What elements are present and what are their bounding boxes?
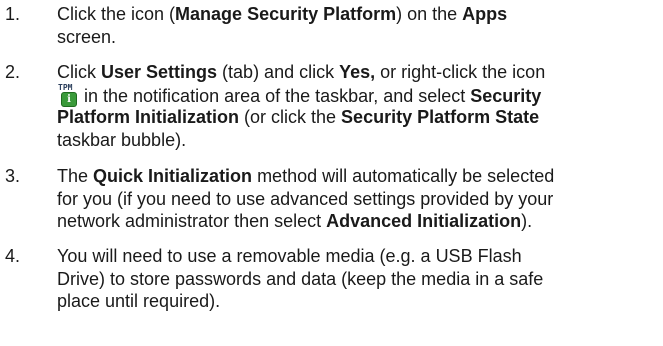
step-line: Click the icon (Manage Security Platform… bbox=[57, 4, 508, 24]
step-text: Click User Settings (tab) and click Yes,… bbox=[57, 61, 657, 151]
ui-term: Quick Initialization bbox=[93, 166, 253, 186]
step-line: Click User Settings (tab) and click Yes,… bbox=[57, 62, 546, 82]
step-line: for you (if you need to use advanced set… bbox=[57, 188, 554, 209]
step-line: screen. bbox=[57, 26, 117, 47]
step-text: You will need to use a removable media (… bbox=[57, 245, 657, 313]
step-number: 2. bbox=[5, 62, 21, 82]
step-line: The Quick Initialization method will aut… bbox=[57, 166, 555, 186]
step-number: 4. bbox=[5, 246, 21, 266]
step-line: taskbar bubble). bbox=[57, 129, 187, 150]
step-line: network administrator then select Advanc… bbox=[57, 211, 533, 231]
ui-term: Apps bbox=[462, 4, 508, 24]
ui-term: Security Platform State bbox=[341, 107, 540, 127]
step-number: 3. bbox=[5, 166, 21, 186]
ui-term: User Settings bbox=[101, 62, 218, 82]
document-page: 1. Click the icon (Manage Security Platf… bbox=[0, 0, 663, 346]
step-line: You will need to use a removable media (… bbox=[57, 246, 522, 266]
step-text: Click the icon (Manage Security Platform… bbox=[57, 3, 657, 48]
step-line: Drive) to store passwords and data (keep… bbox=[57, 268, 544, 289]
step-line: place until required). bbox=[57, 291, 221, 311]
ui-term: Yes, bbox=[339, 62, 376, 82]
step-number: 1. bbox=[5, 4, 21, 24]
ui-term: Manage Security Platform bbox=[175, 4, 397, 24]
ui-term: Advanced Initialization bbox=[326, 211, 522, 231]
step-line: Platform Initialization (or click the Se… bbox=[57, 107, 540, 127]
step-line: TPM i in the notification area of the tas… bbox=[57, 82, 542, 107]
ui-term: Platform Initialization bbox=[57, 107, 240, 127]
ui-term: Security bbox=[470, 85, 542, 106]
step-text: The Quick Initialization method will aut… bbox=[57, 165, 657, 233]
tpm-notification-icon: TPM i bbox=[57, 83, 78, 107]
